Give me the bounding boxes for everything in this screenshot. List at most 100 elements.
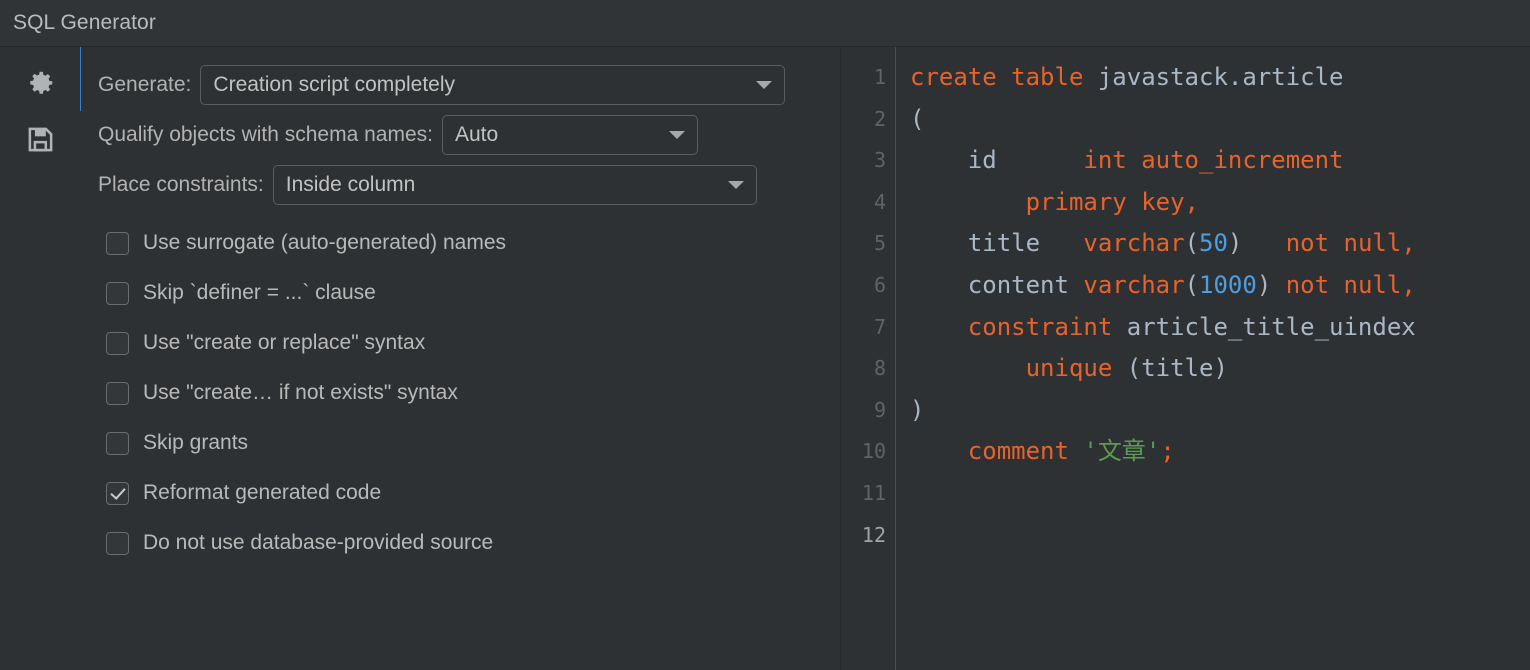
place-constraints-row: Place constraints: Inside column — [98, 163, 841, 207]
checkbox-unchecked-icon[interactable] — [106, 532, 129, 555]
editor-code-area[interactable]: create table javastack.article ( id int a… — [896, 47, 1530, 670]
code-token-str: '文章' — [1083, 437, 1160, 465]
chevron-down-icon — [669, 131, 685, 139]
code-token-pun: ) — [910, 396, 924, 424]
code-token-kw: not null, — [1286, 229, 1416, 257]
sql-generator-window: SQL Generator — [0, 0, 1530, 670]
code-token-pun — [910, 188, 1026, 216]
code-token-pun — [1271, 271, 1285, 299]
options-panel: Generate: Creation script completely Qua… — [81, 47, 841, 670]
line-number: 7 — [841, 307, 895, 349]
checkbox-label: Skip grants — [143, 431, 248, 455]
code-token-pun: ( — [1185, 271, 1199, 299]
checkbox-row[interactable]: Skip grants — [106, 418, 841, 468]
checkbox-unchecked-icon[interactable] — [106, 232, 129, 255]
code-token-num: 50 — [1199, 229, 1228, 257]
code-token-id: (title) — [1112, 354, 1228, 382]
line-number: 9 — [841, 390, 895, 432]
code-token-id: content — [968, 271, 1069, 299]
place-constraints-label: Place constraints: — [98, 173, 264, 197]
window-titlebar: SQL Generator — [0, 0, 1530, 47]
code-line: constraint article_title_uindex — [910, 307, 1530, 349]
code-line: title varchar(50) not null, — [910, 223, 1530, 265]
generate-select[interactable]: Creation script completely — [200, 65, 785, 105]
checkbox-row[interactable]: Use surrogate (auto-generated) names — [106, 218, 841, 268]
code-line: ( — [910, 99, 1530, 141]
checkbox-label: Reformat generated code — [143, 481, 381, 505]
qualify-schema-select[interactable]: Auto — [442, 115, 698, 155]
line-number: 3 — [841, 140, 895, 182]
code-token-pun: ( — [1185, 229, 1199, 257]
checkbox-unchecked-icon[interactable] — [106, 382, 129, 405]
code-token-pun — [910, 437, 968, 465]
code-token-kw: varchar — [1083, 229, 1184, 257]
checkbox-unchecked-icon[interactable] — [106, 432, 129, 455]
code-token-kw: varchar — [1083, 271, 1184, 299]
code-token-pun — [910, 229, 968, 257]
code-token-kw: unique — [1026, 354, 1113, 382]
code-token-pun: ( — [910, 105, 924, 133]
code-token-pun — [997, 146, 1084, 174]
chevron-down-icon — [728, 181, 744, 189]
line-number: 12 — [841, 515, 895, 557]
checkbox-unchecked-icon[interactable] — [106, 332, 129, 355]
code-token-pun — [1069, 271, 1083, 299]
generate-select-value: Creation script completely — [213, 73, 455, 97]
checkbox-row[interactable]: Use "create or replace" syntax — [106, 318, 841, 368]
checkbox-row[interactable]: Skip `definer = ...` clause — [106, 268, 841, 318]
line-number: 8 — [841, 348, 895, 390]
checkbox-row[interactable]: Reformat generated code — [106, 468, 841, 518]
code-token-kw: ; — [1160, 437, 1174, 465]
code-token-pun — [910, 313, 968, 341]
code-line: comment '文章'; — [910, 431, 1530, 473]
code-token-kw: comment — [968, 437, 1069, 465]
qualify-schema-label: Qualify objects with schema names: — [98, 123, 433, 147]
code-line — [910, 515, 1530, 557]
code-line: unique (title) — [910, 348, 1530, 390]
code-token-id: javastack.article — [1098, 63, 1344, 91]
chevron-down-icon — [756, 81, 772, 89]
code-line: content varchar(1000) not null, — [910, 265, 1530, 307]
qualify-schema-select-value: Auto — [455, 123, 498, 147]
checkbox-checked-icon[interactable] — [106, 482, 129, 505]
save-rail-button[interactable] — [0, 111, 81, 167]
floppy-disk-icon — [26, 125, 55, 154]
checkbox-label: Skip `definer = ...` clause — [143, 281, 376, 305]
settings-rail-button[interactable] — [0, 55, 81, 111]
line-number: 4 — [841, 182, 895, 224]
line-number: 11 — [841, 473, 895, 515]
place-constraints-select[interactable]: Inside column — [273, 165, 757, 205]
code-token-num: 1000 — [1199, 271, 1257, 299]
code-line: id int auto_increment — [910, 140, 1530, 182]
checkbox-row[interactable]: Do not use database-provided source — [106, 518, 841, 568]
code-token-kw: int auto_increment — [1083, 146, 1343, 174]
code-token-pun — [1069, 437, 1083, 465]
window-body: Generate: Creation script completely Qua… — [0, 47, 1530, 670]
code-token-pun: ) — [1257, 271, 1271, 299]
code-line: ) — [910, 390, 1530, 432]
checkbox-row[interactable]: Use "create… if not exists" syntax — [106, 368, 841, 418]
code-token-pun — [1040, 229, 1083, 257]
code-token-pun — [910, 354, 1026, 382]
code-token-pun — [910, 271, 968, 299]
checkbox-label: Use "create or replace" syntax — [143, 331, 425, 355]
code-token-pun: ) — [1228, 229, 1242, 257]
qualify-schema-row: Qualify objects with schema names: Auto — [98, 113, 841, 157]
code-line — [910, 473, 1530, 515]
line-number: 10 — [841, 431, 895, 473]
line-number: 6 — [841, 265, 895, 307]
checkbox-label: Use surrogate (auto-generated) names — [143, 231, 506, 255]
checkbox-unchecked-icon[interactable] — [106, 282, 129, 305]
options-checkbox-list: Use surrogate (auto-generated) names Skip… — [98, 218, 841, 568]
line-number: 2 — [841, 99, 895, 141]
code-token-id: title — [968, 229, 1040, 257]
code-token-pun — [910, 146, 968, 174]
place-constraints-select-value: Inside column — [286, 173, 416, 197]
code-token-kw: primary key, — [1026, 188, 1199, 216]
sql-preview-editor[interactable]: 123456789101112 create table javastack.a… — [841, 47, 1530, 670]
generate-label: Generate: — [98, 73, 191, 97]
code-line: create table javastack.article — [910, 57, 1530, 99]
code-token-kw: create table — [910, 63, 1098, 91]
code-token-kw: constraint — [968, 313, 1113, 341]
page-title: SQL Generator — [13, 11, 156, 35]
